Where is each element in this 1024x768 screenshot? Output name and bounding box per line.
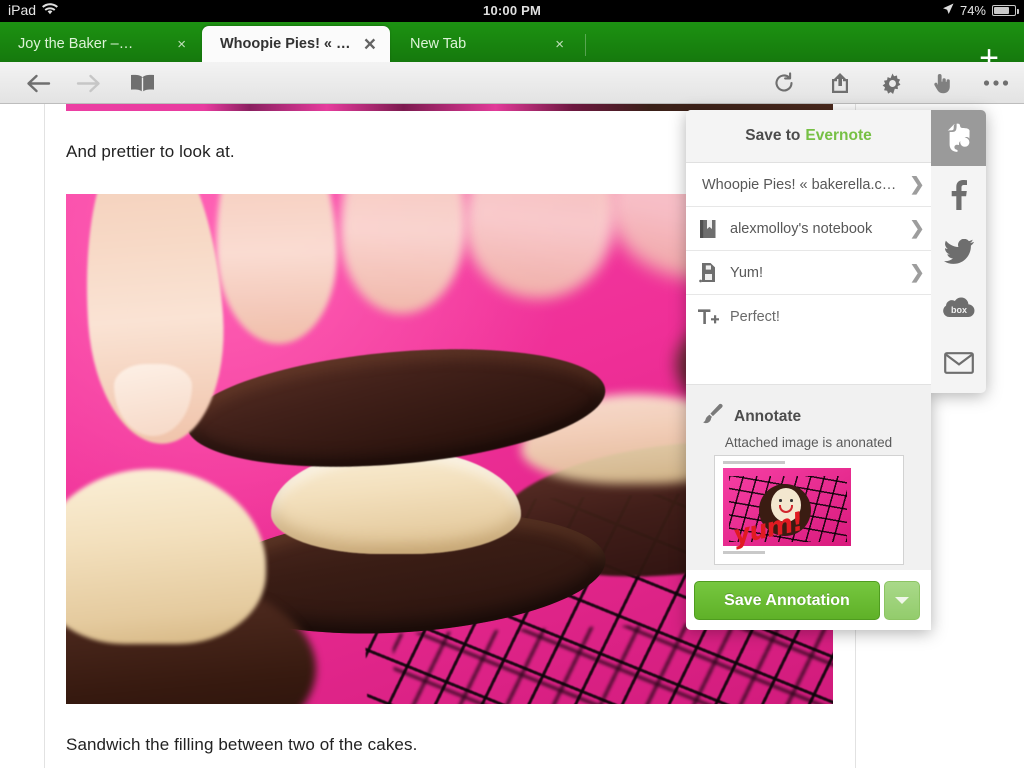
battery-percent-label: 74% [959,3,986,18]
save-bar: Save Annotation [686,570,931,630]
evernote-save-panel: Save to Evernote Whoopie Pies! « bakerel… [686,110,931,630]
box-icon[interactable]: box [931,279,986,335]
tag-label: Perfect! [730,309,780,325]
reload-icon[interactable] [764,62,804,104]
page-paragraph-2: Sandwich the filling between two of the … [66,735,418,754]
tag-entry-area[interactable] [686,339,931,385]
annotate-subtitle: Attached image is anonated [724,435,893,450]
browser-tab-2[interactable]: New Tab × [392,26,578,62]
notebook-icon [686,219,730,239]
hand-pointer-icon[interactable] [922,62,962,104]
add-tag-icon [686,308,730,326]
twitter-icon[interactable] [931,223,986,279]
browser-toolbar: + http://www.bakerella.com/whoopie-pies/ [0,62,1024,154]
thumbnail-eye-left [779,499,782,502]
panel-header: Save to Evernote [686,110,931,163]
location-arrow-icon [942,3,954,18]
thumbnail-footer-line [723,551,765,554]
annotate-header: Annotate [700,403,801,430]
ellipsis-icon[interactable] [974,62,1018,104]
thumbnail-eye-right [790,499,793,502]
notebook-label: alexmolloy's notebook [730,220,873,237]
evernote-icon[interactable] [931,110,986,166]
save-options-dropdown[interactable] [884,581,920,620]
browser-tab-strip: Joy the Baker –… × Whoopie Pies! « ba… ×… [0,22,1024,75]
note-title-row[interactable]: Whoopie Pies! « bakerella.c… ❯ [686,163,931,207]
share-icon[interactable] [820,62,860,104]
chevron-down-icon [895,597,909,604]
annotate-section: Annotate Attached image is anonated yum! [686,385,931,570]
note-label: Yum! [730,264,764,281]
share-popover[interactable]: box Save to Evernote Whoopie Pies! « bak… [686,110,986,630]
email-icon[interactable] [931,335,986,391]
chevron-right-icon: ❯ [909,174,925,194]
gear-icon[interactable] [872,62,912,104]
ios-status-bar: iPad 10:00 PM 74% [0,0,1024,22]
back-arrow-icon[interactable] [20,62,56,104]
page-paragraph-1: And prettier to look at. [66,142,235,161]
panel-header-prefix: Save to [745,127,801,144]
book-icon[interactable] [124,62,160,104]
notebook-row[interactable]: alexmolloy's notebook ❯ [686,207,931,251]
note-icon [686,262,730,283]
brush-icon [700,403,724,430]
tab-close-icon[interactable]: × [360,34,380,55]
forward-arrow-icon [70,62,106,104]
page-left-border [44,104,45,768]
battery-icon [992,5,1019,16]
chevron-right-icon: ❯ [909,262,925,282]
tab-separator [585,34,586,56]
status-bar-right: 74% [942,3,1019,18]
save-annotation-button[interactable]: Save Annotation [694,581,880,620]
tab-title: Whoopie Pies! « ba… [220,36,358,52]
browser-tab-0[interactable]: Joy the Baker –… × [0,26,200,62]
tab-title: New Tab [410,36,467,52]
note-title-label: Whoopie Pies! « bakerella.c… [702,176,897,193]
annotation-thumbnail[interactable]: yum! [714,455,904,565]
tag-row[interactable]: Perfect! [686,295,931,339]
tab-close-icon[interactable]: × [551,37,568,52]
chevron-right-icon: ❯ [909,218,925,238]
browser-tab-1-active[interactable]: Whoopie Pies! « ba… × [202,26,390,62]
service-rail: box [931,110,986,393]
tab-title: Joy the Baker –… [18,36,134,52]
tab-close-icon[interactable]: × [173,37,190,52]
annotate-title-label: Annotate [734,407,802,425]
note-row[interactable]: Yum! ❯ [686,251,931,295]
facebook-icon[interactable] [931,167,986,223]
thumbnail-caption-line [723,461,785,464]
status-bar-clock: 10:00 PM [483,3,541,18]
svg-text:box: box [950,305,966,315]
panel-header-service: Evernote [805,127,872,144]
